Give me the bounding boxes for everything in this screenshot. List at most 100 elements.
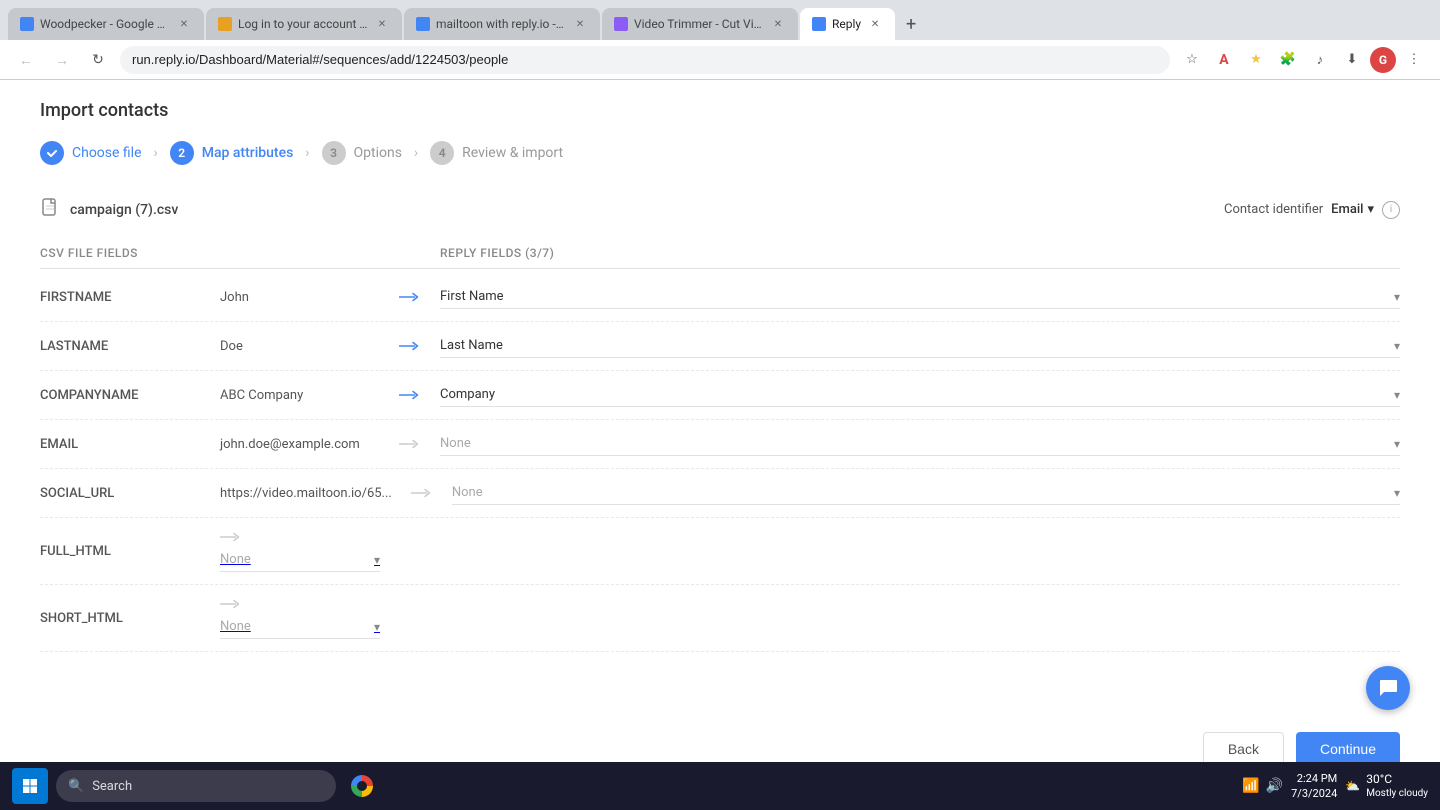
taskbar-search[interactable]: 🔍 Search	[56, 770, 336, 802]
mapping-arrow	[380, 290, 440, 304]
taskbar-right-area: 📶 🔊 2:24 PM 7/3/2024 ⛅ 30°C Mostly cloud…	[1242, 771, 1428, 802]
chevron-down-icon: ▾	[1394, 290, 1400, 304]
chevron-down-icon: ▾	[374, 620, 380, 634]
file-info: campaign (7).csv	[40, 197, 178, 222]
arrow-icon	[399, 388, 421, 402]
chat-fab-button[interactable]	[1366, 666, 1410, 710]
windows-icon	[22, 778, 38, 794]
tab-close-mailtoon[interactable]: ✕	[572, 16, 588, 32]
weather-temp: 30°C	[1366, 772, 1428, 788]
csv-column-header: CSV file fields	[40, 246, 380, 260]
weather-desc: Mostly cloudy	[1366, 787, 1428, 800]
arrow-icon	[399, 290, 421, 304]
step-3[interactable]: 3 Options	[322, 141, 402, 165]
reply-field-value: Company	[440, 387, 495, 402]
reply-field-dropdown[interactable]: None ▾	[452, 481, 1400, 505]
download-icon[interactable]: ⬇	[1338, 46, 1366, 74]
csv-field-value: john.doe@example.com	[220, 437, 380, 452]
csv-field-name: FIRSTNAME	[40, 290, 220, 305]
reply-field-dropdown[interactable]: Last Name ▾	[440, 334, 1400, 358]
step-3-circle: 3	[322, 141, 346, 165]
step-4-circle: 4	[430, 141, 454, 165]
tab-reply[interactable]: Reply ✕	[800, 8, 895, 40]
reply-field-dropdown[interactable]: None ▾	[220, 548, 380, 572]
network-icon: 📶	[1242, 778, 1259, 794]
extension-puzzle-icon[interactable]: 🧩	[1274, 46, 1302, 74]
toolbar-icons: ☆ A ★ 🧩 ♪ ⬇ G ⋮	[1178, 46, 1428, 74]
csv-field-name: COMPANYNAME	[40, 388, 220, 403]
taskbar-time: 2:24 PM	[1297, 771, 1337, 786]
new-tab-button[interactable]: +	[897, 10, 925, 38]
csv-field-value: None ▾	[220, 597, 380, 639]
back-nav-button[interactable]: ←	[12, 46, 40, 74]
tab-close-video[interactable]: ✕	[770, 16, 786, 32]
tab-favicon-video	[614, 17, 628, 31]
tab-close-woodpecker[interactable]: ✕	[176, 16, 192, 32]
step-arrow-2: ›	[305, 145, 309, 161]
step-2-label: Map attributes	[202, 145, 294, 161]
menu-icon[interactable]: ⋮	[1400, 46, 1428, 74]
taskbar: 🔍 Search 📶 🔊 2:24 PM 7/3/2024 ⛅ 30°C Mos…	[0, 762, 1440, 810]
tab-login[interactable]: Log in to your account - Wood... ✕	[206, 8, 402, 40]
step-arrow-3: ›	[414, 145, 418, 161]
mapping-row: EMAIL john.doe@example.com None ▾	[40, 420, 1400, 469]
search-icon: 🔍	[68, 779, 84, 794]
forward-nav-button[interactable]: →	[48, 46, 76, 74]
reply-field-dropdown[interactable]: None ▾	[440, 432, 1400, 456]
back-button[interactable]: Back	[1203, 732, 1284, 766]
tab-title-login: Log in to your account - Wood...	[238, 17, 368, 31]
step-1-circle	[40, 141, 64, 165]
extension-yellow-icon[interactable]: ★	[1242, 46, 1270, 74]
reload-button[interactable]: ↻	[84, 46, 112, 74]
mapping-arrow: None ▾	[220, 600, 380, 639]
extension-music-icon[interactable]: ♪	[1306, 46, 1334, 74]
csv-field-value: Doe	[220, 339, 380, 354]
taskbar-chrome[interactable]	[344, 768, 380, 804]
step-2-circle: 2	[170, 141, 194, 165]
step-2[interactable]: 2 Map attributes	[170, 141, 294, 165]
mapping-arrow	[380, 339, 440, 353]
info-icon[interactable]: i	[1382, 201, 1400, 219]
taskbar-clock[interactable]: 2:24 PM 7/3/2024	[1291, 771, 1337, 802]
reply-field-value: First Name	[440, 289, 504, 304]
step-1-label: Choose file	[72, 145, 142, 161]
contact-identifier-value: Email	[1331, 202, 1363, 217]
bookmark-icon[interactable]: ☆	[1178, 46, 1206, 74]
footer: Back Continue	[40, 712, 1400, 766]
continue-button[interactable]: Continue	[1296, 732, 1400, 766]
contact-identifier-label: Contact identifier	[1224, 202, 1323, 217]
tab-woodpecker[interactable]: Woodpecker - Google Search ✕	[8, 8, 204, 40]
reply-field-value: None	[452, 485, 483, 500]
page-content: Import contacts Choose file › 2 Map attr…	[0, 80, 1440, 810]
url-input[interactable]	[120, 46, 1170, 74]
chevron-down-icon: ▾	[1394, 388, 1400, 402]
tab-video-trimmer[interactable]: Video Trimmer - Cut Video Onl... ✕	[602, 8, 798, 40]
start-button[interactable]	[12, 768, 48, 804]
file-icon	[40, 197, 60, 222]
step-4[interactable]: 4 Review & import	[430, 141, 563, 165]
step-1[interactable]: Choose file	[40, 141, 142, 165]
contact-identifier-select[interactable]: Email ▾	[1331, 202, 1374, 217]
extension-a-icon[interactable]: A	[1210, 46, 1238, 74]
csv-file-icon	[40, 197, 60, 217]
csv-field-name: LASTNAME	[40, 339, 220, 354]
address-bar: ← → ↻ ☆ A ★ 🧩 ♪ ⬇ G ⋮	[0, 40, 1440, 80]
contact-identifier-section: Contact identifier Email ▾ i	[1224, 201, 1400, 219]
step-4-label: Review & import	[462, 145, 563, 161]
step-3-label: Options	[354, 145, 402, 161]
reply-field-dropdown[interactable]: None ▾	[220, 615, 380, 639]
tab-mailtoon[interactable]: mailtoon with reply.io - Google... ✕	[404, 8, 600, 40]
taskbar-icons: 📶 🔊	[1242, 778, 1283, 794]
mapping-row: SOCIAL_URL https://video.mailtoon.io/65.…	[40, 469, 1400, 518]
taskbar-date: 7/3/2024	[1291, 786, 1337, 801]
tab-close-reply[interactable]: ✕	[867, 16, 883, 32]
csv-field-value: John	[220, 290, 380, 305]
tab-close-login[interactable]: ✕	[374, 16, 390, 32]
mapping-table: FIRSTNAME John First Name ▾ LASTNAME Doe	[40, 273, 1400, 652]
chat-icon	[1377, 677, 1399, 699]
reply-field-dropdown[interactable]: Company ▾	[440, 383, 1400, 407]
csv-field-name: SOCIAL_URL	[40, 486, 220, 501]
reply-field-value: None	[440, 436, 471, 451]
reply-field-dropdown[interactable]: First Name ▾	[440, 285, 1400, 309]
profile-avatar[interactable]: G	[1370, 47, 1396, 73]
